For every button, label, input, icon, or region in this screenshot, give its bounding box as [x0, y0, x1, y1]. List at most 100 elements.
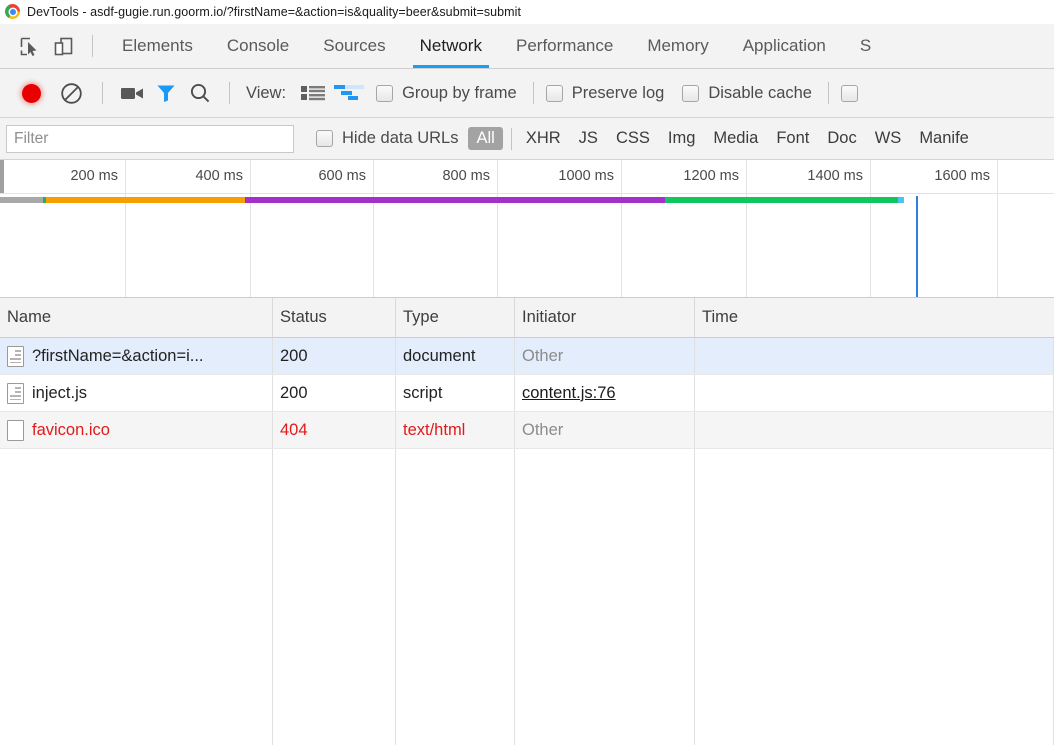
gridline — [997, 160, 998, 297]
overview-bar-content-download — [665, 197, 898, 203]
tab-performance[interactable]: Performance — [499, 24, 630, 68]
filter-type-label: Font — [776, 129, 810, 147]
filter-type-img[interactable]: Img — [660, 127, 704, 150]
filter-type-all[interactable]: All — [468, 127, 503, 150]
tick-label: 400 ms — [195, 168, 243, 184]
request-name: ?firstName=&action=i... — [32, 346, 204, 365]
filter-type-manifest[interactable]: Manife — [911, 127, 977, 150]
cell-time — [695, 412, 1054, 448]
checkbox-box[interactable] — [682, 84, 700, 102]
filter-type-label: JS — [578, 129, 598, 147]
tab-elements[interactable]: Elements — [105, 24, 210, 68]
gridline — [373, 160, 374, 297]
toolbar-divider — [92, 35, 93, 57]
table-header-row: Name Status Type Initiator Time — [0, 298, 1054, 338]
column-header-time[interactable]: Time — [695, 298, 1054, 337]
request-name: inject.js — [32, 383, 88, 402]
window-titlebar: DevTools - asdf-gugie.run.goorm.io/?firs… — [0, 0, 1054, 24]
table-row[interactable]: inject.js 200 script content.js:76 — [0, 375, 1054, 412]
table-empty-area — [0, 449, 1054, 745]
tab-sources[interactable]: Sources — [306, 24, 402, 68]
tab-label: S — [859, 36, 872, 55]
filter-type-ws[interactable]: WS — [867, 127, 910, 150]
filter-funnel-icon[interactable] — [149, 76, 183, 110]
overview-left-handle[interactable] — [0, 160, 4, 193]
toolbar-divider — [102, 82, 103, 104]
checkbox-box[interactable] — [376, 84, 394, 102]
filter-type-label: Manife — [919, 129, 969, 147]
filter-type-label: CSS — [615, 129, 650, 147]
checkbox-label: Hide data URLs — [342, 129, 459, 147]
group-by-frame-checkbox[interactable]: Group by frame — [376, 84, 517, 103]
cell-initiator: Other — [515, 338, 695, 374]
column-header-name[interactable]: Name — [0, 298, 273, 337]
timeline-ruler: 200 ms 400 ms 600 ms 800 ms 1000 ms 1200… — [0, 160, 1054, 194]
tab-network[interactable]: Network — [403, 24, 499, 68]
blank-file-icon — [7, 419, 24, 441]
devtools-tabstrip: Elements Console Sources Network Perform… — [0, 24, 1054, 69]
cell-status: 404 — [273, 412, 396, 448]
tick-label: 1400 ms — [807, 168, 863, 184]
column-header-type[interactable]: Type — [396, 298, 515, 337]
network-toolbar: View: Group by frame Preserve log Disabl… — [0, 69, 1054, 118]
checkbox-label: Disable cache — [708, 83, 812, 102]
hide-data-urls-checkbox[interactable]: Hide data URLs — [316, 129, 458, 148]
filter-input[interactable] — [6, 124, 294, 153]
overview-bar-waiting — [245, 197, 665, 203]
tab-label: Sources — [323, 36, 386, 55]
clear-icon[interactable] — [54, 76, 88, 110]
record-button-icon[interactable] — [14, 76, 48, 110]
tab-label: Network — [419, 36, 482, 55]
dom-content-loaded-marker — [916, 196, 918, 297]
waterfall-view-icon[interactable] — [330, 76, 370, 110]
gridline — [870, 160, 871, 297]
cell-name[interactable]: favicon.ico — [0, 412, 273, 448]
panel-tabs: Elements Console Sources Network Perform… — [105, 24, 888, 68]
tab-label: Application — [742, 36, 826, 55]
initiator-link[interactable]: content.js:76 — [522, 384, 616, 403]
filter-bar: Hide data URLs All XHR JS CSS Img Media … — [0, 118, 1054, 160]
gridline — [497, 160, 498, 297]
list-view-icon[interactable] — [296, 76, 330, 110]
filter-type-media[interactable]: Media — [705, 127, 766, 150]
resource-type-filters: All XHR JS CSS Img Media Font Doc WS Man… — [468, 127, 978, 150]
filter-type-label: Doc — [827, 129, 857, 147]
tick-label: 600 ms — [318, 168, 366, 184]
filter-type-label: Media — [713, 129, 759, 147]
gridline — [621, 160, 622, 297]
preserve-log-checkbox[interactable]: Preserve log — [545, 84, 664, 103]
checkbox-box[interactable] — [316, 130, 333, 147]
capture-screenshots-icon[interactable] — [115, 76, 149, 110]
filter-type-xhr[interactable]: XHR — [518, 127, 569, 150]
column-header-initiator[interactable]: Initiator — [515, 298, 695, 337]
tab-application[interactable]: Application — [726, 24, 843, 68]
checkbox-label: Group by frame — [402, 83, 517, 102]
table-row[interactable]: ?firstName=&action=i... 200 document Oth… — [0, 338, 1054, 375]
checkbox-box[interactable] — [840, 84, 858, 102]
cell-name[interactable]: ?firstName=&action=i... — [0, 338, 273, 374]
search-icon[interactable] — [183, 76, 217, 110]
offline-checkbox[interactable] — [840, 84, 867, 102]
tab-security[interactable]: S — [843, 24, 888, 68]
tab-console[interactable]: Console — [210, 24, 306, 68]
device-toolbar-icon[interactable] — [46, 29, 80, 63]
tab-label: Performance — [515, 36, 614, 55]
filter-type-label: XHR — [525, 129, 561, 147]
cell-status: 200 — [273, 375, 396, 411]
filter-type-font[interactable]: Font — [768, 127, 817, 150]
filter-type-css[interactable]: CSS — [608, 127, 658, 150]
cell-name[interactable]: inject.js — [0, 375, 273, 411]
table-body: ?firstName=&action=i... 200 document Oth… — [0, 338, 1054, 745]
filter-type-doc[interactable]: Doc — [819, 127, 864, 150]
column-header-status[interactable]: Status — [273, 298, 396, 337]
disable-cache-checkbox[interactable]: Disable cache — [682, 84, 812, 103]
document-file-icon — [7, 345, 24, 367]
checkbox-box[interactable] — [545, 84, 563, 102]
filter-type-js[interactable]: JS — [571, 127, 606, 150]
network-overview-timeline[interactable]: 200 ms 400 ms 600 ms 800 ms 1000 ms 1200… — [0, 160, 1054, 298]
tick-label: 1600 ms — [934, 168, 990, 184]
table-row[interactable]: favicon.ico 404 text/html Other — [0, 412, 1054, 449]
tab-memory[interactable]: Memory — [630, 24, 725, 68]
gridline — [125, 160, 126, 297]
inspect-element-icon[interactable] — [12, 29, 46, 63]
